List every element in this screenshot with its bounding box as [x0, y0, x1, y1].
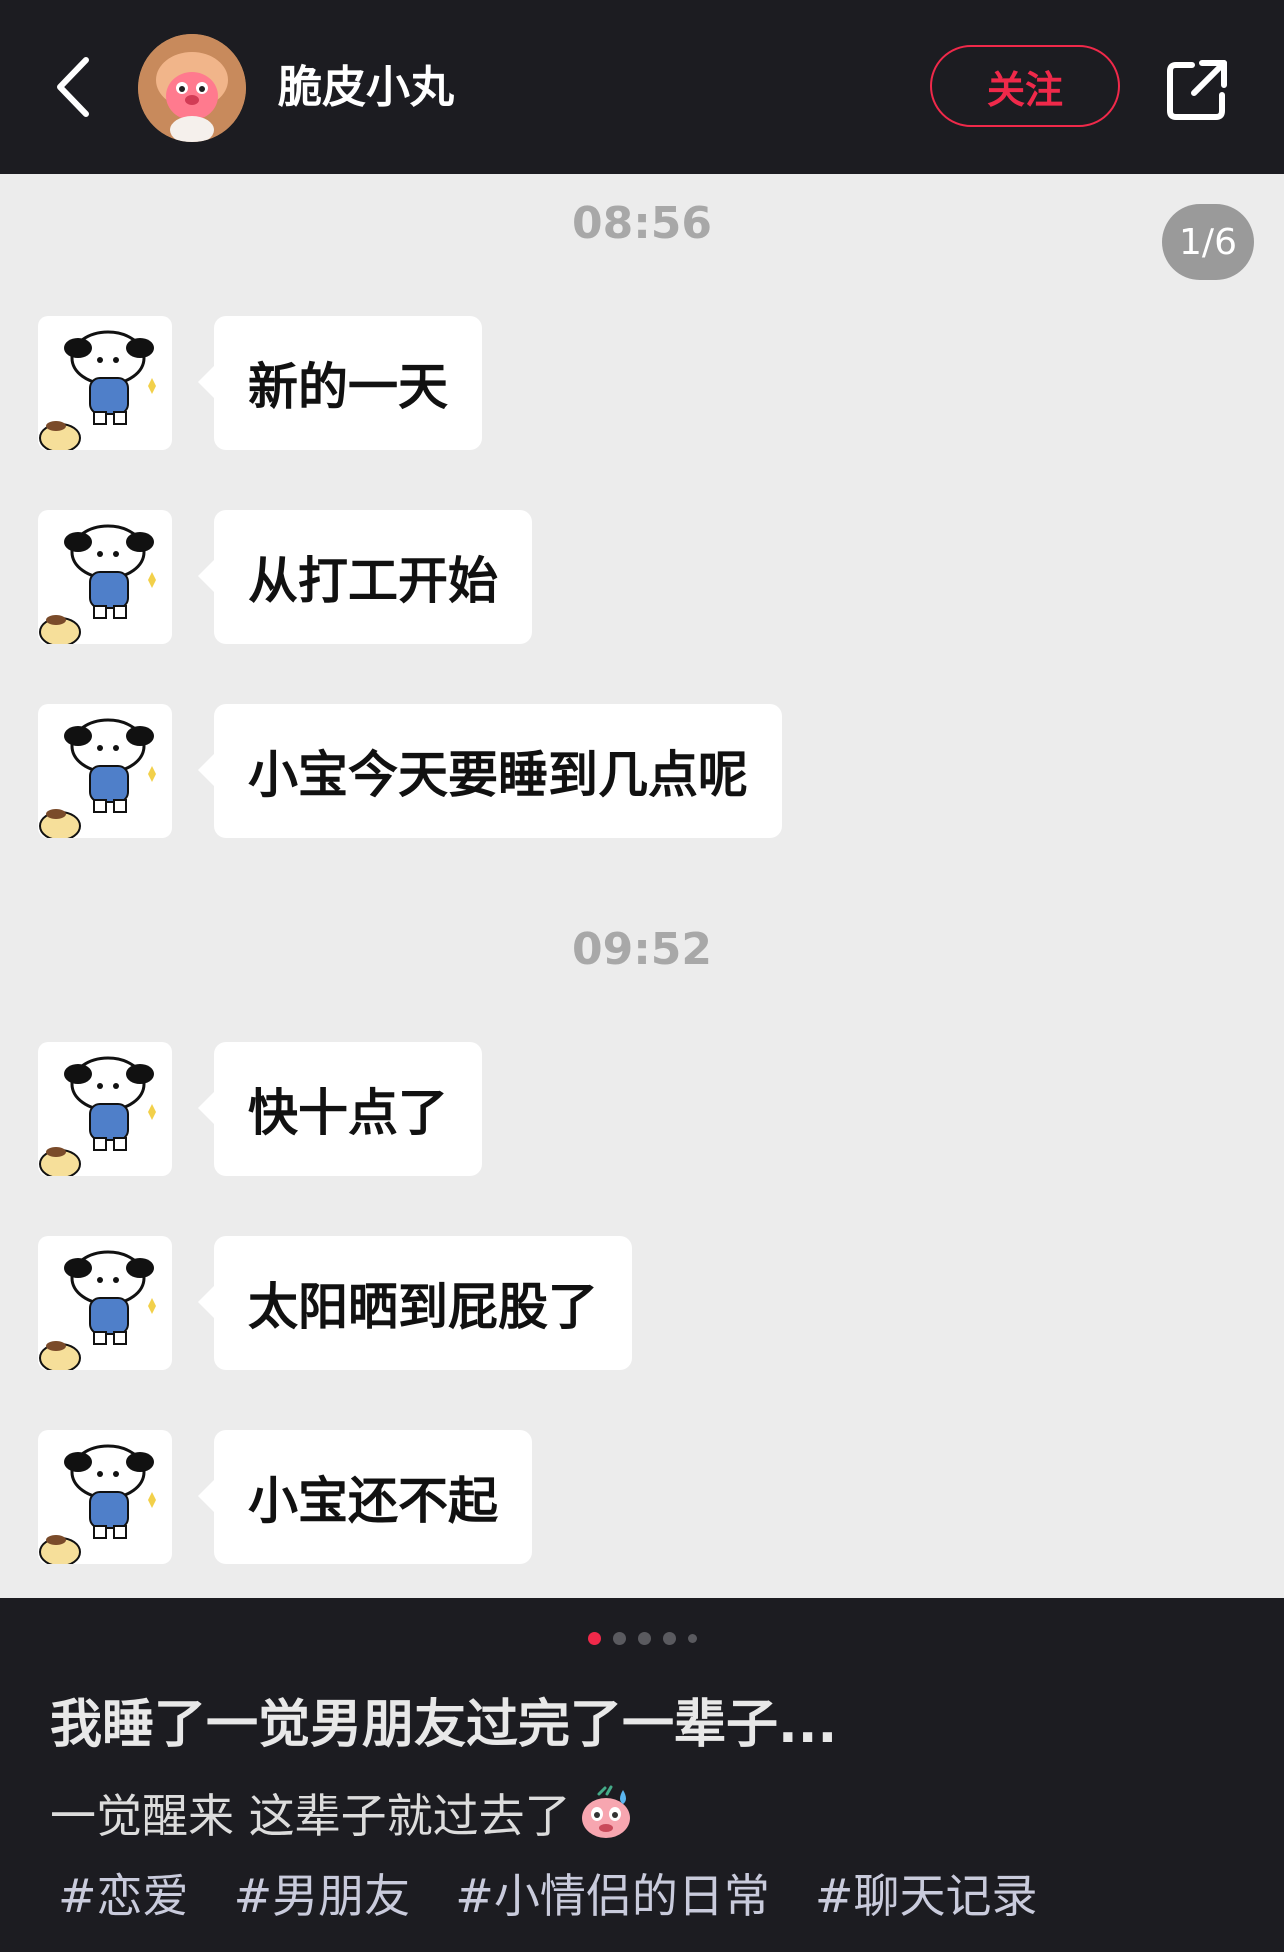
chat-bubble: 太阳晒到屁股了: [198, 1236, 632, 1370]
sweating-face-icon: [577, 1784, 635, 1842]
hashtag[interactable]: #聊天记录: [815, 1860, 1038, 1926]
hashtag[interactable]: #恋爱: [58, 1860, 189, 1926]
top-bar: 脆皮小丸 关注: [0, 0, 1284, 174]
post-info-panel: 我睡了一觉男朋友过完了一辈子... 一觉醒来 这辈子就过去了 #恋爱 #男朋友 …: [0, 1598, 1284, 1952]
hashtag-list: #恋爱 #男朋友 #小情侣的日常 #聊天记录: [58, 1860, 1077, 1926]
dog-sticker-avatar-icon: [38, 316, 172, 450]
hashtag[interactable]: #男朋友: [234, 1860, 411, 1926]
post-description-text: 一觉醒来 这辈子就过去了: [50, 1789, 571, 1843]
post-description: 一觉醒来 这辈子就过去了: [50, 1780, 635, 1846]
chat-bubble: 快十点了: [198, 1042, 482, 1176]
timestamp: 08:56: [571, 198, 713, 249]
chat-image[interactable]: 08:56 1/6 新的一天 从打工开始 小宝今天要睡到几点呢 09:52 快十…: [0, 174, 1284, 1598]
dog-sticker-avatar-icon: [38, 1236, 172, 1370]
post-title: 我睡了一觉男朋友过完了一辈子...: [50, 1695, 838, 1755]
follow-button[interactable]: 关注: [930, 45, 1120, 127]
carousel-dot: [637, 1632, 651, 1645]
hashtag[interactable]: #小情侣的日常: [455, 1860, 770, 1926]
carousel-dot: [612, 1632, 626, 1645]
chat-bubble: 小宝还不起: [198, 1430, 532, 1564]
author-name[interactable]: 脆皮小丸: [278, 58, 454, 118]
carousel-indicator: [0, 1628, 1284, 1645]
chat-bubble: 从打工开始: [198, 510, 532, 644]
chat-message-row: 快十点了: [0, 1042, 1284, 1178]
chat-bubble: 新的一天: [198, 316, 482, 450]
dog-sticker-avatar-icon: [38, 1042, 172, 1176]
carousel-dot: [687, 1634, 697, 1643]
share-icon[interactable]: [1162, 55, 1232, 125]
chat-message-row: 小宝还不起: [0, 1430, 1284, 1566]
author-avatar[interactable]: [138, 34, 246, 142]
dog-sticker-avatar-icon: [38, 510, 172, 644]
dog-sticker-avatar-icon: [38, 704, 172, 838]
chat-message-row: 新的一天: [0, 316, 1284, 452]
carousel-dot-active: [587, 1632, 601, 1645]
chat-message-row: 小宝今天要睡到几点呢: [0, 704, 1284, 840]
image-page-counter: 1/6: [1162, 204, 1254, 280]
back-chevron-icon[interactable]: [52, 52, 96, 122]
timestamp: 09:52: [571, 924, 713, 975]
dog-sticker-avatar-icon: [38, 1430, 172, 1564]
chat-message-row: 从打工开始: [0, 510, 1284, 646]
chat-bubble: 小宝今天要睡到几点呢: [198, 704, 782, 838]
chat-message-row: 太阳晒到屁股了: [0, 1236, 1284, 1372]
carousel-dot: [662, 1632, 676, 1645]
